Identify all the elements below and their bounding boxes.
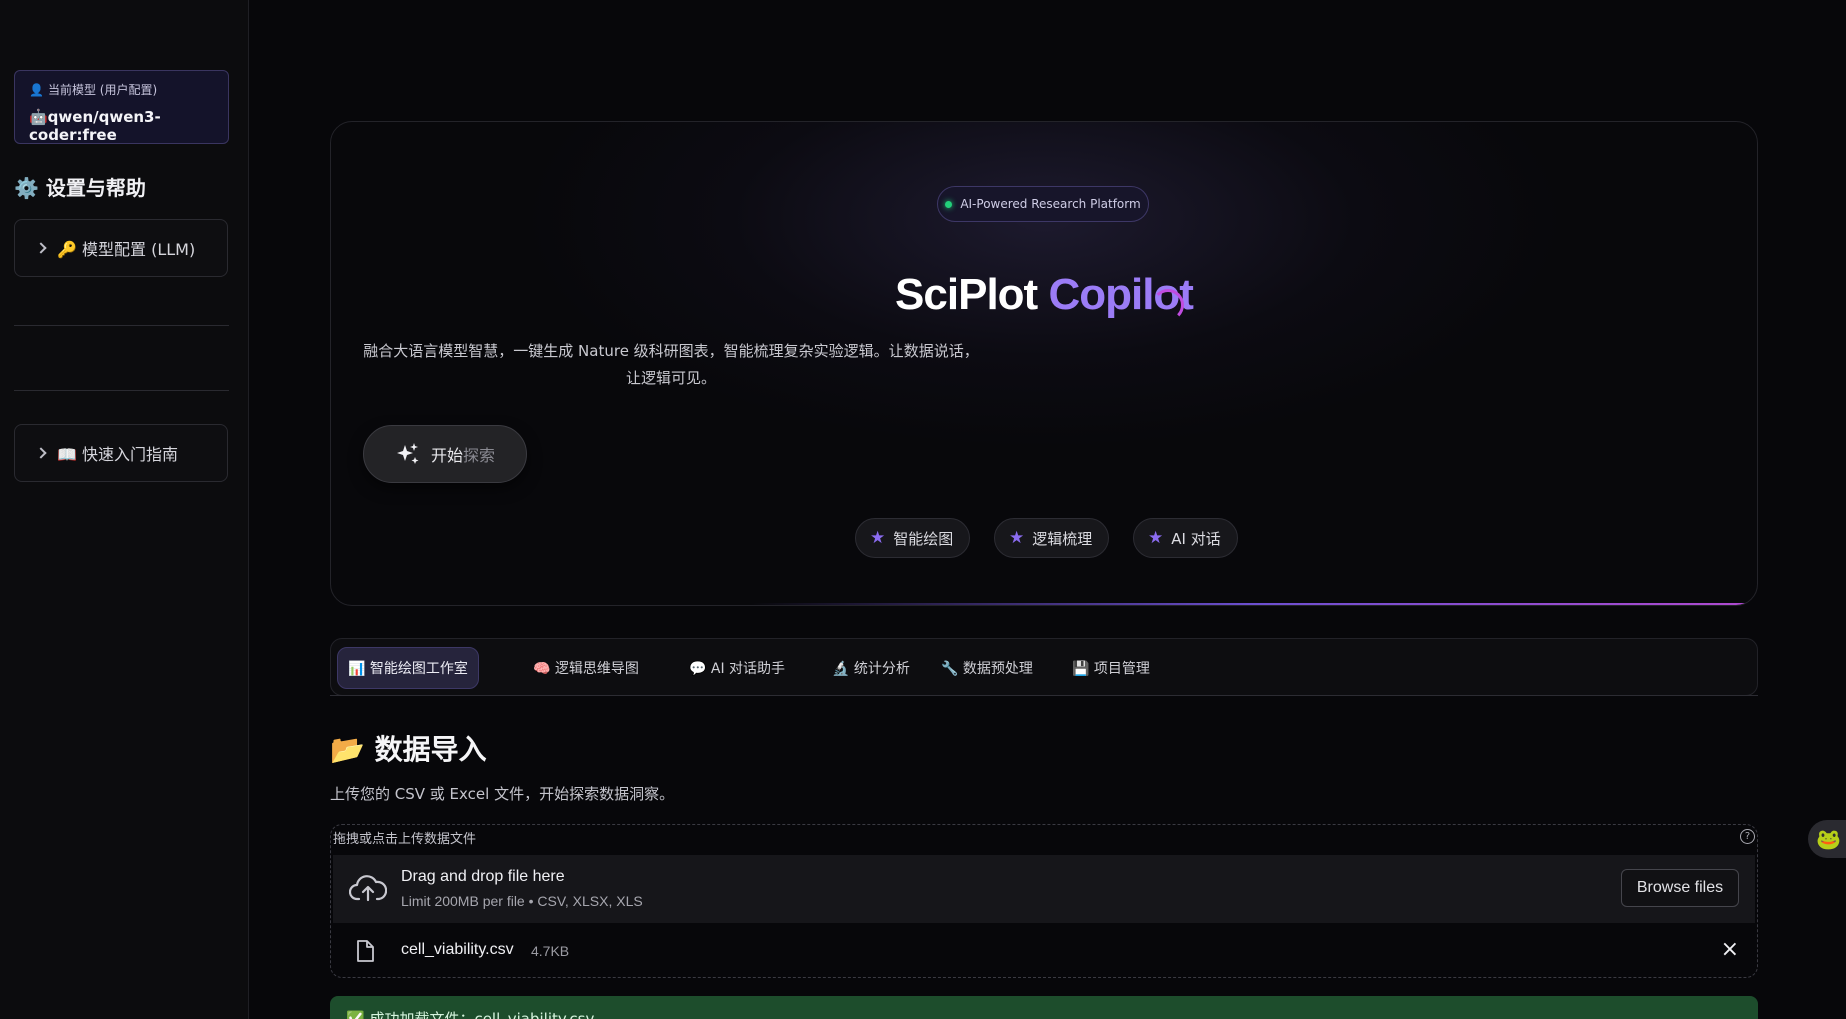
chevron-right-icon	[35, 447, 47, 459]
tab-statistics[interactable]: 🔬 统计分析	[822, 647, 920, 689]
sidebar: 👤 当前模型 (用户配置) 🤖qwen/qwen3-coder:free ⚙️ …	[0, 0, 249, 1019]
expander-label: 🔑 模型配置 (LLM)	[57, 240, 196, 259]
status-dot-icon	[945, 200, 953, 208]
sidebar-divider	[14, 390, 229, 391]
cta-label: 开始	[430, 446, 463, 465]
tab-project-management[interactable]: 💾 项目管理	[1062, 647, 1160, 689]
tab-ai-chat[interactable]: 💬 AI 对话助手	[679, 647, 795, 689]
title-part-1: SciPlot	[895, 270, 1038, 319]
star-icon: ★	[870, 528, 886, 548]
tab-mind-map[interactable]: 🧠 逻辑思维导图	[523, 647, 649, 689]
feature-chip-plotting: ★ 智能绘图	[855, 518, 971, 558]
tab-plot-studio[interactable]: 📊 智能绘图工作室	[337, 647, 479, 689]
feature-chip-logic: ★ 逻辑梳理	[994, 518, 1110, 558]
chip-label: AI 对话	[1171, 529, 1221, 548]
file-icon	[357, 940, 374, 962]
expander-label: 📖 快速入门指南	[57, 445, 179, 464]
chip-label: 逻辑梳理	[1032, 529, 1093, 548]
loading-spinner-icon	[1152, 289, 1184, 321]
start-explore-button[interactable]: 开始探索	[363, 425, 527, 483]
platform-badge: AI-Powered Research Platform	[937, 186, 1149, 222]
help-icon[interactable]: ?	[1740, 829, 1755, 844]
quickstart-guide-expander[interactable]: 📖 快速入门指南	[14, 424, 228, 482]
tabs-underline	[330, 695, 1758, 696]
star-icon: ★	[1009, 528, 1025, 548]
chevron-right-icon	[35, 242, 47, 254]
hero-title: SciPlot Copilot	[331, 270, 1757, 320]
uploader-label: 拖拽或点击上传数据文件	[333, 832, 477, 847]
dropzone-limit: Limit 200MB per file • CSV, XLSX, XLS	[401, 893, 643, 909]
file-size: 4.7KB	[531, 943, 570, 959]
model-card-label: 当前模型 (用户配置)	[47, 83, 158, 97]
current-model-card: 👤 当前模型 (用户配置) 🤖qwen/qwen3-coder:free	[14, 70, 229, 144]
uploaded-file-row: cell_viability.csv 4.7KB ×	[331, 929, 1757, 973]
floating-assistant-frog-icon[interactable]: 🐸	[1808, 820, 1846, 858]
chip-label: 智能绘图	[893, 529, 954, 548]
settings-help-heading: ⚙️ 设置与帮助	[14, 176, 146, 200]
cta-label-faded: 探索	[463, 446, 496, 465]
remove-file-close-icon[interactable]: ×	[1721, 937, 1739, 962]
browse-files-button[interactable]: Browse files	[1621, 869, 1739, 907]
feature-chip-ai-chat: ★ AI 对话	[1133, 518, 1238, 558]
section-description: 上传您的 CSV 或 Excel 文件，开始探索数据洞察。	[330, 785, 675, 803]
sidebar-divider	[14, 325, 229, 326]
file-uploader: 拖拽或点击上传数据文件 ? Drag and drop file here Li…	[330, 824, 1758, 978]
dropzone-title: Drag and drop file here	[401, 868, 565, 885]
main-tabs: 📊 智能绘图工作室 🧠 逻辑思维导图 💬 AI 对话助手 🔬 统计分析 🔧 数据…	[330, 638, 1758, 696]
file-name: cell_viability.csv	[401, 941, 514, 958]
cloud-upload-icon	[349, 875, 387, 902]
hero-section: AI-Powered Research Platform SciPlot Cop…	[330, 121, 1758, 606]
badge-label: AI-Powered Research Platform	[960, 197, 1141, 211]
model-config-expander[interactable]: 🔑 模型配置 (LLM)	[14, 219, 228, 277]
star-icon: ★	[1148, 528, 1164, 548]
tab-preprocessing[interactable]: 🔧 数据预处理	[931, 647, 1043, 689]
hero-description: 融合大语言模型智慧，一键生成 Nature 级科研图表，智能梳理复杂实验逻辑。让…	[363, 342, 979, 387]
section-title: 📂 数据导入	[330, 733, 487, 766]
sparkles-icon	[396, 443, 419, 464]
dropzone[interactable]: Drag and drop file here Limit 200MB per …	[333, 855, 1755, 923]
success-alert: ✅ 成功加载文件：cell_viability.csv	[330, 996, 1758, 1019]
user-icon: 👤	[29, 82, 44, 97]
current-model-value: 🤖qwen/qwen3-coder:free	[29, 108, 161, 144]
